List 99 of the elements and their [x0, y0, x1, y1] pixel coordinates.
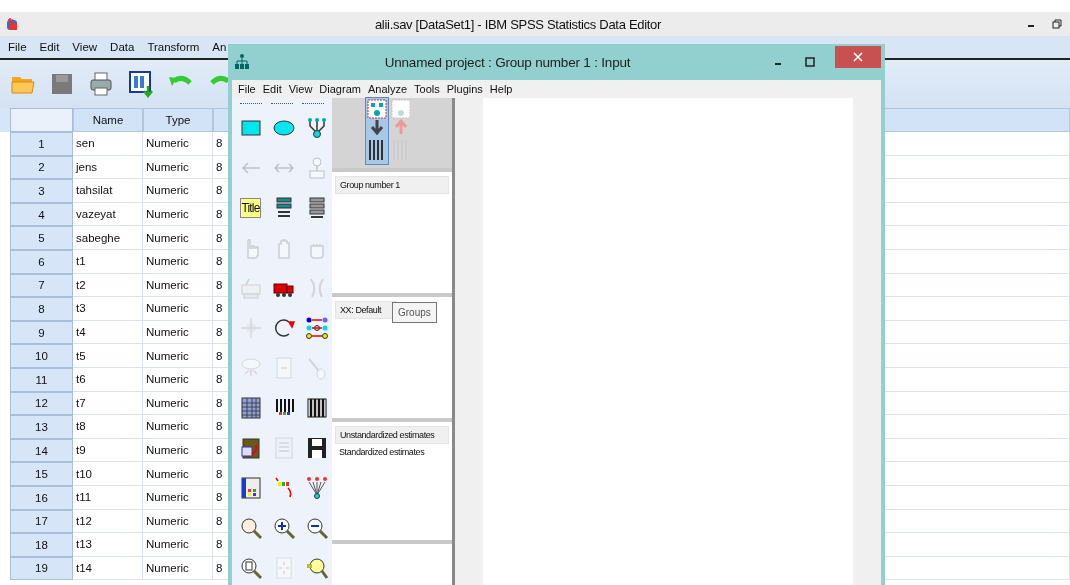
- estimates-item[interactable]: Standardized estimates: [335, 444, 449, 460]
- table-cell: Numeric: [143, 344, 213, 368]
- row-header[interactable]: 8: [10, 297, 73, 321]
- row-header[interactable]: 17: [10, 509, 73, 534]
- column-header[interactable]: Type: [143, 108, 213, 132]
- model-input-icon[interactable]: [366, 98, 388, 164]
- table-cell: t12: [73, 509, 143, 534]
- menu-item[interactable]: Transform: [147, 41, 200, 53]
- menu-item[interactable]: View: [288, 83, 313, 95]
- menu-item[interactable]: View: [72, 41, 98, 53]
- table-cell: sabeghe: [73, 226, 143, 250]
- row-header[interactable]: 6: [10, 249, 73, 274]
- table-cell: Numeric: [143, 462, 213, 486]
- table-icon[interactable]: [238, 396, 263, 420]
- menu-item[interactable]: Analyze: [367, 83, 408, 95]
- table-cell: t5: [73, 344, 143, 368]
- row-header[interactable]: 14: [10, 438, 73, 463]
- table-cell: t4: [73, 320, 143, 345]
- table-cell: Numeric: [143, 132, 213, 156]
- table-cell: Numeric: [143, 509, 213, 534]
- network-icon[interactable]: [304, 316, 329, 340]
- row-header[interactable]: 4: [10, 202, 73, 227]
- clipboard-icon[interactable]: [238, 436, 263, 460]
- menu-item[interactable]: File: [8, 41, 27, 53]
- menu-item[interactable]: Tools: [414, 83, 440, 95]
- row-header[interactable]: 10: [10, 344, 73, 368]
- table-cell: Numeric: [143, 391, 213, 416]
- table-cell: t6: [73, 367, 143, 392]
- row-header[interactable]: 2: [10, 155, 73, 180]
- magnifier-icon[interactable]: [304, 556, 329, 580]
- menu-item[interactable]: Data: [110, 41, 135, 53]
- menu-item[interactable]: An: [212, 41, 227, 53]
- row-header[interactable]: 19: [10, 556, 73, 581]
- row-header[interactable]: 16: [10, 485, 73, 510]
- tooltip: Groups: [392, 302, 437, 323]
- app-icon: [6, 17, 18, 31]
- menu-item[interactable]: Diagram: [319, 83, 361, 95]
- magnifier-icon[interactable]: [238, 516, 263, 540]
- restore-icon[interactable]: [1052, 19, 1062, 29]
- window-title: Unnamed project : Group number 1 : Input: [383, 54, 632, 70]
- table-cell: Numeric: [143, 367, 213, 392]
- table-cell: Numeric: [143, 202, 213, 227]
- table-cell: tahsilat: [73, 179, 143, 203]
- table-cell: t3: [73, 297, 143, 321]
- dialog-icon[interactable]: [128, 70, 154, 98]
- table-cell: Numeric: [143, 485, 213, 510]
- row-header[interactable]: 15: [10, 462, 73, 486]
- table-cell: Numeric: [143, 179, 213, 203]
- table-cell: Numeric: [143, 556, 213, 581]
- table-cell: Numeric: [143, 533, 213, 557]
- table-cell: t9: [73, 438, 143, 463]
- table-cell: t1: [73, 249, 143, 274]
- row-header[interactable]: 5: [10, 226, 73, 250]
- table-cell: vazeyat: [73, 202, 143, 227]
- column-header[interactable]: Name: [73, 108, 143, 132]
- menu-item[interactable]: Help: [489, 83, 513, 95]
- table-cell: Numeric: [143, 155, 213, 180]
- menu-item[interactable]: File: [238, 83, 256, 95]
- title-tool[interactable]: Title: [240, 198, 261, 218]
- table-cell: t13: [73, 533, 143, 557]
- columns-icon[interactable]: [304, 396, 329, 420]
- model-item[interactable]: XX: Default: [335, 301, 397, 319]
- maximize-icon[interactable]: [805, 57, 815, 67]
- printer-icon[interactable]: [88, 71, 114, 97]
- close-icon[interactable]: [835, 46, 881, 68]
- row-header[interactable]: 11: [10, 367, 73, 392]
- row-header[interactable]: 3: [10, 179, 73, 203]
- table-cell: Numeric: [143, 297, 213, 321]
- table-cell: t11: [73, 485, 143, 510]
- zoom-in-icon[interactable]: [271, 516, 296, 540]
- table-cell: Numeric: [143, 273, 213, 298]
- page-magnifier-icon[interactable]: [238, 556, 263, 580]
- group-item[interactable]: Group number 1: [335, 176, 449, 194]
- menu-item[interactable]: Edit: [39, 41, 60, 53]
- zoom-out-icon[interactable]: [304, 516, 329, 540]
- menu-item[interactable]: Plugins: [446, 83, 483, 95]
- tree-icon: [234, 53, 250, 71]
- table-cell: t7: [73, 391, 143, 416]
- table-cell: t14: [73, 556, 143, 581]
- row-header[interactable]: 1: [10, 132, 73, 156]
- row-header[interactable]: 7: [10, 273, 73, 298]
- estimates-item[interactable]: Unstandardized estimates: [335, 426, 449, 444]
- row-header[interactable]: 12: [10, 391, 73, 416]
- table-cell: sen: [73, 132, 143, 156]
- row-header[interactable]: 9: [10, 320, 73, 345]
- table-cell: t10: [73, 462, 143, 486]
- table-cell: jens: [73, 155, 143, 180]
- table-cell: Numeric: [143, 438, 213, 463]
- table-cell: Numeric: [143, 415, 213, 439]
- row-header[interactable]: 13: [10, 415, 73, 439]
- table-cell: t8: [73, 415, 143, 439]
- table-cell: Numeric: [143, 226, 213, 250]
- fan-tree-icon[interactable]: [304, 476, 329, 500]
- table-cell: t2: [73, 273, 143, 298]
- row-header[interactable]: 18: [10, 533, 73, 557]
- menu-item[interactable]: Edit: [262, 83, 282, 95]
- window-title: alii.sav [DataSet1] - IBM SPSS Statistics Data Editor: [373, 16, 663, 32]
- table-cell: Numeric: [143, 249, 213, 274]
- table-cell: Numeric: [143, 320, 213, 345]
